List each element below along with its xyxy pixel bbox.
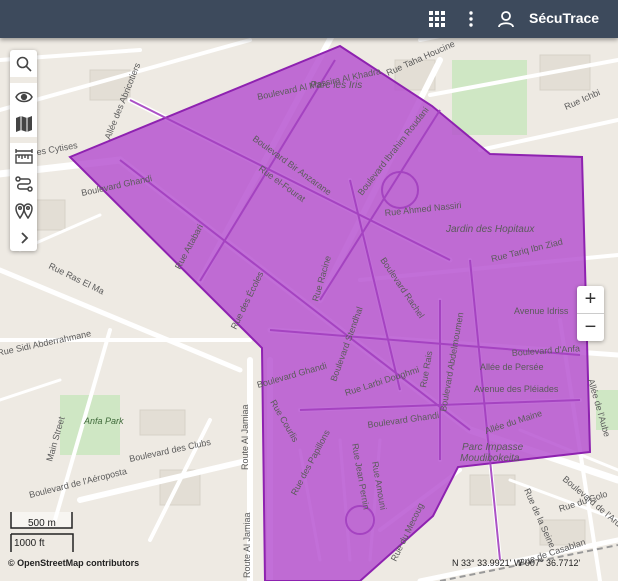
user-icon[interactable] [496, 9, 516, 29]
street-label: Route Al Jamiaa [240, 404, 250, 470]
scale-imperial: 1000 ft [14, 538, 45, 549]
street-label: Avenue des Pléiades [474, 384, 559, 394]
kebab-icon[interactable] [461, 9, 481, 29]
street-label: Allée de Persée [480, 362, 544, 372]
scale-metric: 500 m [28, 518, 56, 529]
map-toolbar [10, 50, 37, 251]
ruler-icon[interactable] [10, 143, 37, 170]
app-title: SécuTrace [529, 10, 600, 26]
area-label: Moudibokeita [460, 453, 520, 464]
route-icon[interactable] [10, 170, 37, 197]
park-label: Anfa Park [83, 416, 124, 426]
grid-icon[interactable] [427, 9, 447, 29]
park-area [452, 60, 527, 135]
area-label: Parc Impasse [462, 442, 524, 453]
map-icon[interactable] [10, 110, 37, 137]
zoom-in-button[interactable]: + [577, 286, 604, 313]
area-label: Jardin des Hopitaux [445, 224, 535, 235]
search-icon[interactable] [10, 50, 37, 77]
street-label: Avenue Idriss [514, 306, 569, 316]
map-canvas[interactable]: Parc les Iris Boulevard Al Massira Al Kh… [0, 0, 618, 581]
map-attribution[interactable]: © OpenStreetMap contributors [8, 558, 139, 568]
top-bar: SécuTrace [0, 0, 618, 38]
zoom-out-button[interactable]: − [577, 314, 604, 341]
eye-icon[interactable] [10, 83, 37, 110]
chevron-right-icon[interactable] [10, 224, 37, 251]
pins-icon[interactable] [10, 197, 37, 224]
scale-bar: 500 m 1000 ft [10, 512, 80, 559]
zoom-controls: + − [577, 286, 604, 341]
street-label: Route Al Jamiaa [242, 512, 252, 578]
cursor-coordinates: N 33° 33.9921' W 007° 36.7712' [452, 558, 581, 568]
